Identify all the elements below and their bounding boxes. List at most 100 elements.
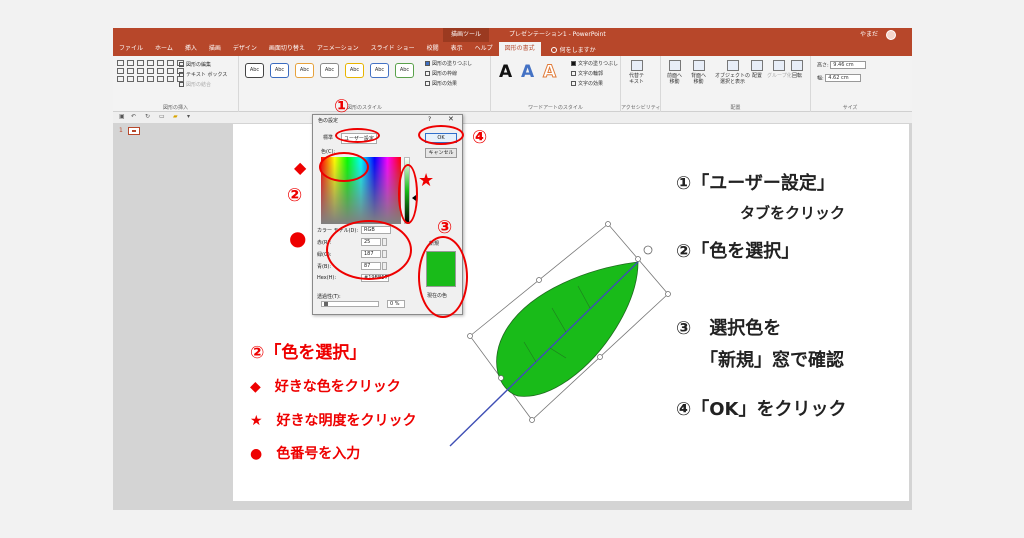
wordart-preset-2[interactable]: A <box>521 62 534 82</box>
tab-insert[interactable]: 挿入 <box>179 42 203 56</box>
highlight-rgb-inputs <box>326 220 412 280</box>
resize-handle[interactable] <box>529 417 535 423</box>
customize-qat-icon[interactable]: ▾ <box>187 113 190 120</box>
group-accessibility: 代替テ キスト アクセシビリティ <box>621 56 661 112</box>
group-label: 図形の挿入 <box>162 105 188 111</box>
width-input[interactable]: 4.62 cm <box>825 74 862 82</box>
tab-view[interactable]: 表示 <box>445 42 469 56</box>
step-2-marker: ② <box>287 185 303 206</box>
rotate-handle-icon[interactable] <box>643 245 653 255</box>
style-preset-3[interactable]: Abc <box>295 63 314 78</box>
align-button[interactable]: 配置 <box>751 60 763 79</box>
text-effects-button[interactable]: 文字の効果 <box>571 80 603 87</box>
slide-thumbnail[interactable] <box>128 127 140 135</box>
resize-handle[interactable] <box>467 333 473 339</box>
step-4-text: ④「OK」をクリック <box>676 399 847 420</box>
ribbon: 図形の編集 テキスト ボックス 図形の結合 図形の挿入 Abc Abc Abc … <box>113 56 912 112</box>
tab-file[interactable]: ファイル <box>113 42 149 56</box>
style-preset-7[interactable]: Abc <box>395 63 414 78</box>
resize-handle[interactable] <box>536 277 542 283</box>
user-name[interactable]: やまだ <box>860 28 878 42</box>
context-tab-drawing-tools: 描画ツール <box>443 28 489 42</box>
help-icon[interactable]: ? <box>428 116 431 123</box>
dot-marker: ● <box>289 226 307 250</box>
tab-animations[interactable]: アニメーション <box>311 42 365 56</box>
step-4-marker: ④ <box>472 127 488 148</box>
step-3-subtext: 「新規」窓で確認 <box>700 350 844 371</box>
hex-label: Hex(H): <box>317 275 337 281</box>
selection-pane-button[interactable]: オブジェクトの 選択と表示 <box>715 60 750 85</box>
shape-gallery[interactable] <box>117 60 184 82</box>
resize-handle[interactable] <box>665 291 671 297</box>
group-label: サイズ <box>842 105 858 111</box>
resize-handle[interactable] <box>498 375 504 381</box>
resize-handle[interactable] <box>635 256 641 262</box>
style-preset-5[interactable]: Abc <box>345 63 364 78</box>
send-backward-button[interactable]: 背面へ 移動 <box>691 60 706 85</box>
group-label: ワードアートのスタイル <box>528 105 583 111</box>
blue-label: 青(B): <box>317 264 332 270</box>
resize-handle[interactable] <box>605 221 611 227</box>
diamond-marker: ◆ <box>294 158 307 177</box>
highlight-luminance <box>398 164 418 224</box>
style-preset-2[interactable]: Abc <box>270 63 289 78</box>
dialog-title: 色の設定 <box>318 118 339 124</box>
slide-number: 1 <box>119 127 123 134</box>
group-label: 配置 <box>730 105 741 111</box>
alt-text-button[interactable]: 代替テ キスト <box>629 60 644 85</box>
save-icon[interactable]: ▣ <box>119 113 125 120</box>
tab-home[interactable]: ホーム <box>149 42 179 56</box>
bring-forward-button[interactable]: 前面へ 移動 <box>667 60 682 85</box>
tab-transitions[interactable]: 画面切り替え <box>263 42 311 56</box>
start-slideshow-icon[interactable]: ▭ <box>159 113 165 120</box>
tab-draw[interactable]: 描画 <box>203 42 227 56</box>
tab-slideshow[interactable]: スライド ショー <box>365 42 421 56</box>
shape-effects-button[interactable]: 図形の効果 <box>425 80 457 87</box>
tab-help[interactable]: ヘルプ <box>469 42 499 56</box>
wordart-preset-1[interactable]: A <box>499 62 512 82</box>
rotate-button[interactable]: 回転 <box>791 60 803 79</box>
shape-fill-button[interactable]: 図形の塗りつぶし <box>425 60 472 67</box>
avatar[interactable] <box>886 30 896 40</box>
wordart-preset-3[interactable]: A <box>542 62 556 83</box>
text-box-button[interactable]: テキスト ボックス <box>179 71 227 78</box>
tell-me-text: 何をしますか <box>559 46 596 54</box>
step-2-text: ②「色を選択」 <box>676 241 800 262</box>
left-instruction-2: ★ 好きな明度をクリック <box>250 413 417 429</box>
transparency-input[interactable]: 0 % <box>387 300 405 308</box>
text-outline-button[interactable]: 文字の輪郭 <box>571 70 603 77</box>
undo-icon[interactable]: ↶ <box>131 113 136 120</box>
tab-shape-format[interactable]: 図形の書式 <box>498 42 541 56</box>
style-preset-1[interactable]: Abc <box>245 63 264 78</box>
highlight-custom-tab <box>335 128 380 143</box>
text-fill-button[interactable]: 文字の塗りつぶし <box>571 60 618 67</box>
group-arrange: 前面へ 移動 背面へ 移動 オブジェクトの 選択と表示 配置 グループ化 回転 配置 <box>661 56 811 112</box>
ribbon-tabs: ファイル ホーム 挿入 描画 デザイン 画面切り替え アニメーション スライド … <box>113 42 912 56</box>
redo-icon[interactable]: ↻ <box>145 113 150 120</box>
step-1-marker: ① <box>334 96 350 117</box>
group-button[interactable]: グループ化 <box>767 60 792 79</box>
tab-review[interactable]: 校閲 <box>421 42 445 56</box>
left-instruction-3: ● 色番号を入力 <box>250 446 361 462</box>
left-instruction-1: ◆ 好きな色をクリック <box>250 379 401 395</box>
tab-design[interactable]: デザイン <box>227 42 263 56</box>
edit-shape-button[interactable]: 図形の編集 <box>179 61 211 68</box>
style-preset-4[interactable]: Abc <box>320 63 339 78</box>
highlight-color-pick <box>319 152 369 182</box>
resize-handle[interactable] <box>597 354 603 360</box>
transparency-slider[interactable] <box>321 301 379 307</box>
shape-outline-button[interactable]: 図形の枠線 <box>425 70 457 77</box>
tell-me-box[interactable]: 何をしますか <box>541 45 596 54</box>
leaf-shape[interactable] <box>440 210 671 460</box>
highlight-new-preview <box>418 236 468 318</box>
tab-standard[interactable]: 標準 <box>321 133 335 142</box>
step-1-text: ①「ユーザー設定」 <box>676 173 835 194</box>
open-icon[interactable]: ▰ <box>173 113 178 120</box>
group-wordart-styles: A A A 文字の塗りつぶし 文字の輪郭 文字の効果 ワードアートのスタイル <box>491 56 621 112</box>
cancel-button[interactable]: キャンセル <box>425 148 457 158</box>
left-heading: ②「色を選択」 <box>250 343 367 363</box>
merge-shapes-button[interactable]: 図形の結合 <box>179 81 211 88</box>
height-input[interactable]: 9.46 cm <box>830 61 867 69</box>
style-preset-6[interactable]: Abc <box>370 63 389 78</box>
close-icon[interactable]: ✕ <box>448 115 454 123</box>
